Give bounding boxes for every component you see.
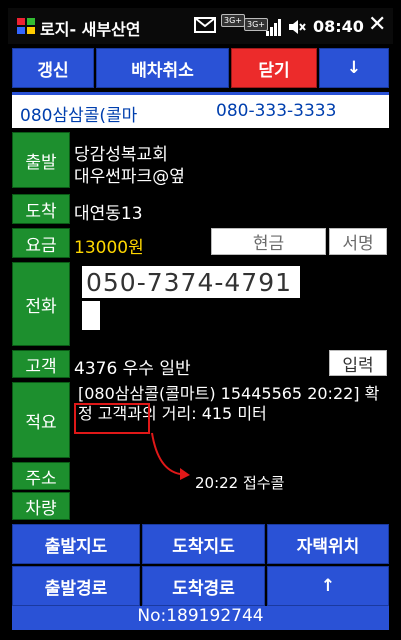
- order-number: No:189192744: [12, 606, 389, 630]
- depart-label: 출발: [12, 132, 70, 188]
- memo-label: 적요: [12, 382, 70, 458]
- network-3g-badge-secondary: 3G+: [244, 18, 268, 31]
- phone-field[interactable]: 050-7374-4791: [82, 266, 300, 298]
- caller-number: 080-333-3333: [216, 101, 337, 121]
- refresh-button[interactable]: 갱신: [12, 48, 94, 88]
- caller-name: 080삼삼콜(콜마: [20, 106, 138, 126]
- cash-button[interactable]: 현금: [211, 228, 326, 255]
- memo-row: 적요 [080삼삼콜(콜마트) 15445565 20:22] 확정 고객과의 …: [12, 380, 389, 458]
- my-location-button[interactable]: 자택위치: [267, 524, 389, 564]
- message-icon[interactable]: [194, 17, 216, 33]
- clock[interactable]: 08:40: [313, 17, 364, 36]
- arrive-value: 대연동13: [74, 204, 143, 224]
- close-button[interactable]: 닫기: [231, 48, 317, 88]
- depart-route-button[interactable]: 출발경로: [12, 566, 140, 606]
- close-icon[interactable]: ✕: [368, 14, 386, 36]
- phone-row: 전화 050-7374-4791: [12, 260, 389, 346]
- network-3g-badge: 3G+: [221, 14, 245, 27]
- customer-row: 고객 4376 우수 일반 입력: [12, 348, 389, 379]
- cancel-dispatch-button[interactable]: 배차취소: [96, 48, 229, 88]
- arrive-row: 도착 대연동13: [12, 192, 389, 224]
- phone-field-cursor: [82, 301, 100, 330]
- caller-row[interactable]: 080삼삼콜(콜마 080-333-3333: [12, 92, 389, 128]
- windows-logo-icon[interactable]: [16, 16, 36, 36]
- fare-row: 요금 13000원 현금 서명: [12, 226, 389, 258]
- speaker-mute-icon[interactable]: [288, 18, 306, 36]
- signal-strength-icon: [266, 19, 281, 36]
- address-label: 주소: [12, 462, 70, 490]
- photo-frame: 로지- 새부산연 3G+ 3G+ 08:40 ✕ 갱신 배차취소 닫기 ↓ 08…: [0, 0, 401, 640]
- phone-screen: 로지- 새부산연 3G+ 3G+ 08:40 ✕ 갱신 배차취소 닫기 ↓ 08…: [8, 8, 393, 632]
- fare-label: 요금: [12, 228, 70, 258]
- vehicle-row: 차량: [12, 492, 389, 520]
- customer-value: 4376 우수 일반: [74, 359, 191, 379]
- arrive-route-button[interactable]: 도착경로: [142, 566, 265, 606]
- sign-button[interactable]: 서명: [329, 228, 387, 255]
- depart-line-2: 대우썬파크@옆: [74, 167, 185, 187]
- status-bar: 로지- 새부산연 3G+ 3G+ 08:40 ✕: [8, 8, 393, 44]
- vehicle-label: 차량: [12, 492, 70, 520]
- depart-row: 출발 당감성복교회 대우썬파크@옆: [12, 130, 389, 190]
- app-title: 로지- 새부산연: [40, 20, 141, 39]
- top-toolbar: 갱신 배차취소 닫기 ↓: [12, 48, 389, 88]
- customer-label: 고객: [12, 350, 70, 378]
- scroll-down-button[interactable]: ↓: [319, 48, 389, 88]
- depart-map-button[interactable]: 출발지도: [12, 524, 140, 564]
- bottom-toolbar: 출발지도 도착지도 자택위치 출발경로 도착경로 ↑: [12, 524, 389, 606]
- highlight-box: [74, 403, 150, 434]
- scroll-up-button[interactable]: ↑: [267, 566, 389, 606]
- annotation-text: 20:22 접수콜: [195, 474, 285, 492]
- fare-value: 13000원: [74, 238, 144, 258]
- arrive-label: 도착: [12, 194, 70, 224]
- phone-label: 전화: [12, 262, 70, 346]
- arrive-map-button[interactable]: 도착지도: [142, 524, 265, 564]
- input-button[interactable]: 입력: [329, 350, 387, 376]
